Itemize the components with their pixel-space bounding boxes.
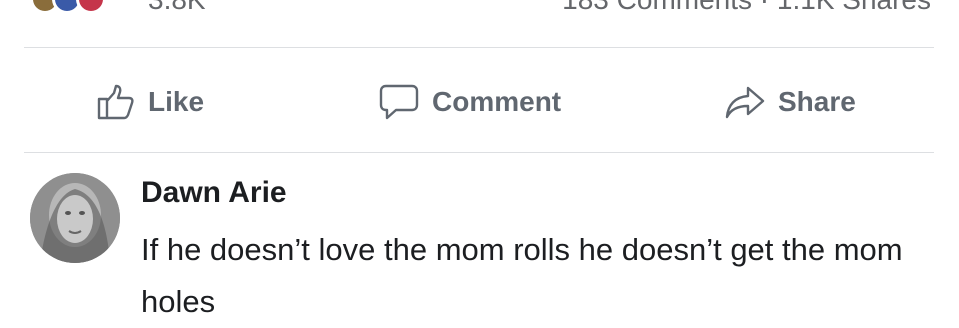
profile-photo [30, 173, 120, 263]
comment-button[interactable]: Comment [378, 80, 561, 124]
share-button[interactable]: Share [724, 80, 856, 124]
like-button[interactable]: Like [96, 80, 204, 124]
like-label: Like [148, 86, 205, 117]
avatar[interactable] [30, 173, 120, 263]
divider [24, 152, 934, 153]
share-label: Share [778, 86, 856, 117]
share-arrow-icon [725, 86, 765, 119]
speech-bubble-icon [379, 84, 419, 120]
comments-shares-count[interactable]: 183 Comments · 1.1K Shares [562, 0, 931, 16]
comment-text: If he doesn’t love the mom rolls he does… [141, 232, 903, 319]
love-reaction-icon [76, 0, 106, 14]
comment-label: Comment [432, 86, 562, 117]
thumbs-up-icon [97, 84, 134, 120]
reaction-count[interactable]: 3.8K [148, 0, 206, 16]
divider [24, 47, 934, 48]
comment-author[interactable]: Dawn Arie [141, 176, 287, 210]
post-stats-bar: 3.8K 183 Comments · 1.1K Shares [0, 0, 959, 16]
